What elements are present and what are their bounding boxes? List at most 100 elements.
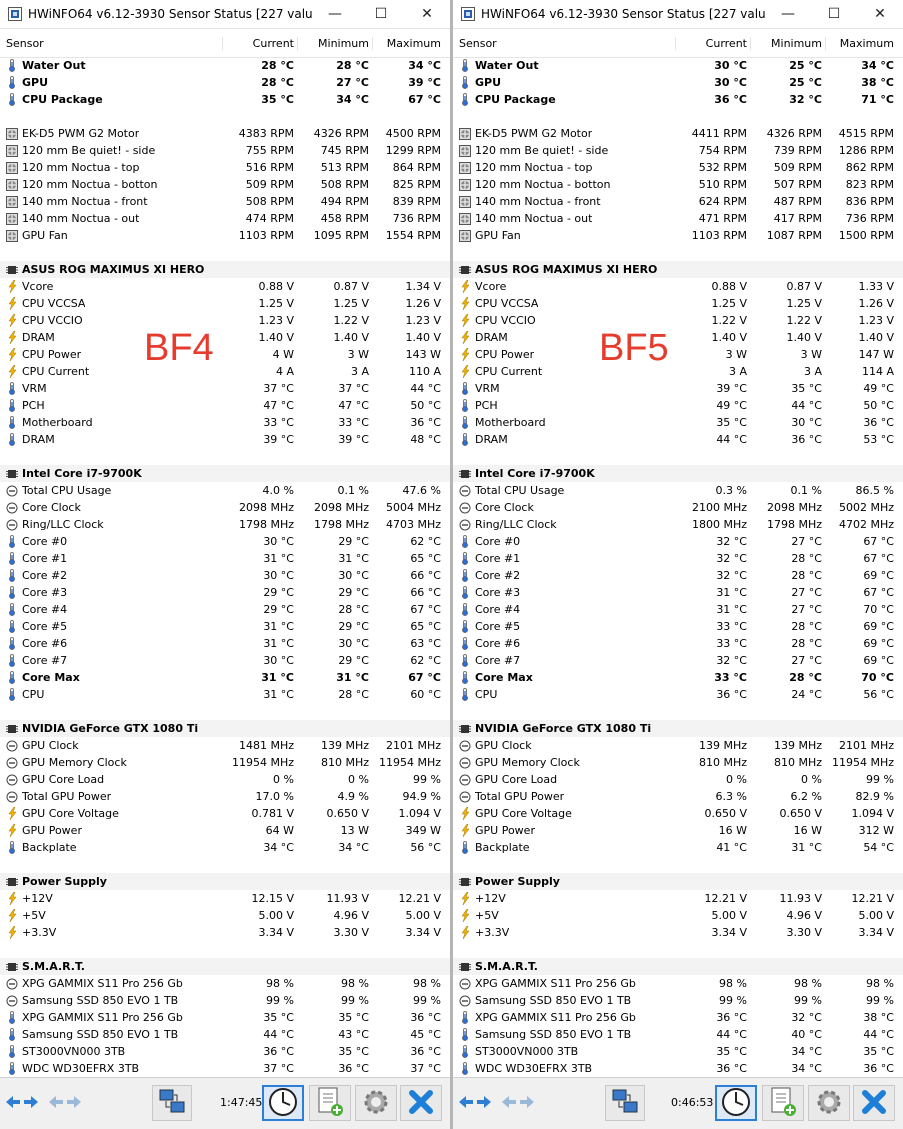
sensor-row-cpu-current[interactable]: CPU Current 4 A 3 A 110 A bbox=[0, 363, 450, 380]
sensor-row-cpu-vccsa[interactable]: CPU VCCSA 1.25 V 1.25 V 1.26 V bbox=[453, 295, 903, 312]
sensor-row-samsung-ssd-850-evo-1-tb[interactable]: Samsung SSD 850 EVO 1 TB 44 °C 43 °C 45 °C bbox=[0, 1026, 450, 1043]
sensor-row-core-5[interactable]: Core #5 31 °C 29 °C 65 °C bbox=[0, 618, 450, 635]
sensor-row-gpu-fan[interactable]: GPU Fan 1103 RPM 1087 RPM 1500 RPM bbox=[453, 227, 903, 244]
sensor-row-core-0[interactable]: Core #0 32 °C 27 °C 67 °C bbox=[453, 533, 903, 550]
layout-arrows-button[interactable] bbox=[456, 1085, 494, 1121]
sensor-row-total-gpu-power[interactable]: Total GPU Power 17.0 % 4.9 % 94.9 % bbox=[0, 788, 450, 805]
sensor-row-cpu[interactable]: CPU 31 °C 28 °C 60 °C bbox=[0, 686, 450, 703]
sensor-row-gpu-core-voltage[interactable]: GPU Core Voltage 0.781 V 0.650 V 1.094 V bbox=[0, 805, 450, 822]
sensor-row-cpu-current[interactable]: CPU Current 3 A 3 A 114 A bbox=[453, 363, 903, 380]
sensor-row-samsung-ssd-850-evo-1-tb[interactable]: Samsung SSD 850 EVO 1 TB 99 % 99 % 99 % bbox=[453, 992, 903, 1009]
sensor-row-cpu-vccio[interactable]: CPU VCCIO 1.23 V 1.22 V 1.23 V bbox=[0, 312, 450, 329]
sensor-group-asus-rog-maximus-xi-hero[interactable]: ASUS ROG MAXIMUS XI HERO bbox=[453, 261, 903, 278]
sensor-row-core-4[interactable]: Core #4 29 °C 28 °C 67 °C bbox=[0, 601, 450, 618]
sensor-row-cpu-package[interactable]: CPU Package 35 °C 34 °C 67 °C bbox=[0, 91, 450, 108]
sensor-row-120-mm-be-quiet-side[interactable]: 120 mm Be quiet! - side 754 RPM 739 RPM 128… bbox=[453, 142, 903, 159]
sensor-row-ek-d5-pwm-g2-motor[interactable]: EK-D5 PWM G2 Motor 4411 RPM 4326 RPM 4515 R… bbox=[453, 125, 903, 142]
minimize-button[interactable]: — bbox=[312, 0, 358, 28]
sensor-row-cpu-vccio[interactable]: CPU VCCIO 1.22 V 1.22 V 1.23 V bbox=[453, 312, 903, 329]
sensor-row-core-clock[interactable]: Core Clock 2100 MHz 2098 MHz 5002 MHz bbox=[453, 499, 903, 516]
sensor-row-samsung-ssd-850-evo-1-tb[interactable]: Samsung SSD 850 EVO 1 TB 99 % 99 % 99 % bbox=[0, 992, 450, 1009]
sensor-row-dram[interactable]: DRAM 1.40 V 1.40 V 1.40 V bbox=[0, 329, 450, 346]
sensor-group-power-supply[interactable]: Power Supply bbox=[0, 873, 450, 890]
settings-button[interactable] bbox=[355, 1085, 397, 1121]
sensor-row-samsung-ssd-850-evo-1-tb[interactable]: Samsung SSD 850 EVO 1 TB 44 °C 40 °C 44 °C bbox=[453, 1026, 903, 1043]
sensor-group-nvidia-geforce-gtx-1080-ti[interactable]: NVIDIA GeForce GTX 1080 Ti bbox=[453, 720, 903, 737]
sensor-row-vcore[interactable]: Vcore 0.88 V 0.87 V 1.33 V bbox=[453, 278, 903, 295]
close-button[interactable]: ✕ bbox=[404, 0, 450, 28]
reset-timer-button[interactable] bbox=[715, 1085, 757, 1121]
sensor-row-3-3v[interactable]: +3.3V 3.34 V 3.30 V 3.34 V bbox=[0, 924, 450, 941]
exit-button[interactable] bbox=[853, 1085, 895, 1121]
sensor-row-xpg-gammix-s11-pro-256-gb[interactable]: XPG GAMMIX S11 Pro 256 Gb 98 % 98 % 98 % bbox=[453, 975, 903, 992]
sensor-row-gpu-core-voltage[interactable]: GPU Core Voltage 0.650 V 0.650 V 1.094 V bbox=[453, 805, 903, 822]
logging-button[interactable] bbox=[762, 1085, 804, 1121]
column-header-sensor[interactable]: Sensor bbox=[0, 37, 222, 50]
sensor-group-power-supply[interactable]: Power Supply bbox=[453, 873, 903, 890]
sensor-group-nvidia-geforce-gtx-1080-ti[interactable]: NVIDIA GeForce GTX 1080 Ti bbox=[0, 720, 450, 737]
sensor-row-core-max[interactable]: Core Max 33 °C 28 °C 70 °C bbox=[453, 669, 903, 686]
exit-button[interactable] bbox=[400, 1085, 442, 1121]
sensor-row-140-mm-noctua-out[interactable]: 140 mm Noctua - out 471 RPM 417 RPM 736 RPM bbox=[453, 210, 903, 227]
sensor-row-gpu[interactable]: GPU 28 °C 27 °C 39 °C bbox=[0, 74, 450, 91]
sensor-row-total-gpu-power[interactable]: Total GPU Power 6.3 % 6.2 % 82.9 % bbox=[453, 788, 903, 805]
sensor-row-wdc-wd30efrx-3tb[interactable]: WDC WD30EFRX 3TB 36 °C 34 °C 36 °C bbox=[453, 1060, 903, 1077]
network-sensors-button[interactable] bbox=[605, 1085, 645, 1121]
layout-arrows-disabled-button[interactable] bbox=[46, 1085, 84, 1121]
sensor-row-core-2[interactable]: Core #2 32 °C 28 °C 69 °C bbox=[453, 567, 903, 584]
sensor-row-core-4[interactable]: Core #4 31 °C 27 °C 70 °C bbox=[453, 601, 903, 618]
sensor-row-140-mm-noctua-front[interactable]: 140 mm Noctua - front 624 RPM 487 RPM 836 R… bbox=[453, 193, 903, 210]
sensor-row-dram[interactable]: DRAM 39 °C 39 °C 48 °C bbox=[0, 431, 450, 448]
sensor-row-5v[interactable]: +5V 5.00 V 4.96 V 5.00 V bbox=[453, 907, 903, 924]
sensor-row-core-3[interactable]: Core #3 31 °C 27 °C 67 °C bbox=[453, 584, 903, 601]
sensor-row-cpu[interactable]: CPU 36 °C 24 °C 56 °C bbox=[453, 686, 903, 703]
sensor-row-core-max[interactable]: Core Max 31 °C 31 °C 67 °C bbox=[0, 669, 450, 686]
sensor-row-120-mm-noctua-botton[interactable]: 120 mm Noctua - botton 509 RPM 508 RPM 825 … bbox=[0, 176, 450, 193]
sensor-row-gpu-fan[interactable]: GPU Fan 1103 RPM 1095 RPM 1554 RPM bbox=[0, 227, 450, 244]
sensor-group-s-m-a-r-t[interactable]: S.M.A.R.T. bbox=[0, 958, 450, 975]
sensor-row-core-7[interactable]: Core #7 32 °C 27 °C 69 °C bbox=[453, 652, 903, 669]
sensor-row-core-6[interactable]: Core #6 31 °C 30 °C 63 °C bbox=[0, 635, 450, 652]
sensor-group-asus-rog-maximus-xi-hero[interactable]: ASUS ROG MAXIMUS XI HERO bbox=[0, 261, 450, 278]
sensor-row-dram[interactable]: DRAM 1.40 V 1.40 V 1.40 V bbox=[453, 329, 903, 346]
sensor-row-pch[interactable]: PCH 47 °C 47 °C 50 °C bbox=[0, 397, 450, 414]
minimize-button[interactable]: — bbox=[765, 0, 811, 28]
maximize-button[interactable]: ☐ bbox=[811, 0, 857, 28]
sensor-row-core-1[interactable]: Core #1 32 °C 28 °C 67 °C bbox=[453, 550, 903, 567]
network-sensors-button[interactable] bbox=[152, 1085, 192, 1121]
sensor-row-core-0[interactable]: Core #0 30 °C 29 °C 62 °C bbox=[0, 533, 450, 550]
sensor-row-gpu-core-load[interactable]: GPU Core Load 0 % 0 % 99 % bbox=[453, 771, 903, 788]
sensor-row-core-7[interactable]: Core #7 30 °C 29 °C 62 °C bbox=[0, 652, 450, 669]
sensor-row-vcore[interactable]: Vcore 0.88 V 0.87 V 1.34 V bbox=[0, 278, 450, 295]
sensor-row-backplate[interactable]: Backplate 34 °C 34 °C 56 °C bbox=[0, 839, 450, 856]
sensor-row-gpu-core-load[interactable]: GPU Core Load 0 % 0 % 99 % bbox=[0, 771, 450, 788]
sensor-row-xpg-gammix-s11-pro-256-gb[interactable]: XPG GAMMIX S11 Pro 256 Gb 36 °C 32 °C 38 °C bbox=[453, 1009, 903, 1026]
layout-arrows-disabled-button[interactable] bbox=[499, 1085, 537, 1121]
reset-timer-button[interactable] bbox=[262, 1085, 304, 1121]
maximize-button[interactable]: ☐ bbox=[358, 0, 404, 28]
sensor-row-ring-llc-clock[interactable]: Ring/LLC Clock 1800 MHz 1798 MHz 4702 MHz bbox=[453, 516, 903, 533]
sensor-row-total-cpu-usage[interactable]: Total CPU Usage 4.0 % 0.1 % 47.6 % bbox=[0, 482, 450, 499]
sensor-row-cpu-power[interactable]: CPU Power 3 W 3 W 147 W bbox=[453, 346, 903, 363]
logging-button[interactable] bbox=[309, 1085, 351, 1121]
sensor-row-vrm[interactable]: VRM 39 °C 35 °C 49 °C bbox=[453, 380, 903, 397]
sensor-row-pch[interactable]: PCH 49 °C 44 °C 50 °C bbox=[453, 397, 903, 414]
sensor-row-120-mm-be-quiet-side[interactable]: 120 mm Be quiet! - side 755 RPM 745 RPM 129… bbox=[0, 142, 450, 159]
sensor-row-gpu-memory-clock[interactable]: GPU Memory Clock 11954 MHz 810 MHz 11954 MH… bbox=[0, 754, 450, 771]
sensor-row-motherboard[interactable]: Motherboard 33 °C 33 °C 36 °C bbox=[0, 414, 450, 431]
sensor-row-st3000vn000-3tb[interactable]: ST3000VN000 3TB 35 °C 34 °C 35 °C bbox=[453, 1043, 903, 1060]
column-header-minimum[interactable]: Minimum bbox=[297, 36, 372, 50]
sensor-list[interactable]: Water Out 30 °C 25 °C 34 °C GPU 30 °C 25 °C 38 … bbox=[453, 57, 903, 1077]
sensor-list[interactable]: Water Out 28 °C 28 °C 34 °C GPU 28 °C 27 °C 39 … bbox=[0, 57, 450, 1077]
sensor-row-wdc-wd30efrx-3tb[interactable]: WDC WD30EFRX 3TB 37 °C 36 °C 37 °C bbox=[0, 1060, 450, 1077]
sensor-row-water-out[interactable]: Water Out 28 °C 28 °C 34 °C bbox=[0, 57, 450, 74]
sensor-row-120-mm-noctua-top[interactable]: 120 mm Noctua - top 532 RPM 509 RPM 862 RPM bbox=[453, 159, 903, 176]
sensor-row-140-mm-noctua-front[interactable]: 140 mm Noctua - front 508 RPM 494 RPM 839 R… bbox=[0, 193, 450, 210]
sensor-row-12v[interactable]: +12V 12.15 V 11.93 V 12.21 V bbox=[0, 890, 450, 907]
sensor-row-140-mm-noctua-out[interactable]: 140 mm Noctua - out 474 RPM 458 RPM 736 RPM bbox=[0, 210, 450, 227]
sensor-row-120-mm-noctua-botton[interactable]: 120 mm Noctua - botton 510 RPM 507 RPM 823 … bbox=[453, 176, 903, 193]
sensor-row-gpu-clock[interactable]: GPU Clock 1481 MHz 139 MHz 2101 MHz bbox=[0, 737, 450, 754]
sensor-row-water-out[interactable]: Water Out 30 °C 25 °C 34 °C bbox=[453, 57, 903, 74]
settings-button[interactable] bbox=[808, 1085, 850, 1121]
column-header-maximum[interactable]: Maximum bbox=[372, 36, 447, 50]
